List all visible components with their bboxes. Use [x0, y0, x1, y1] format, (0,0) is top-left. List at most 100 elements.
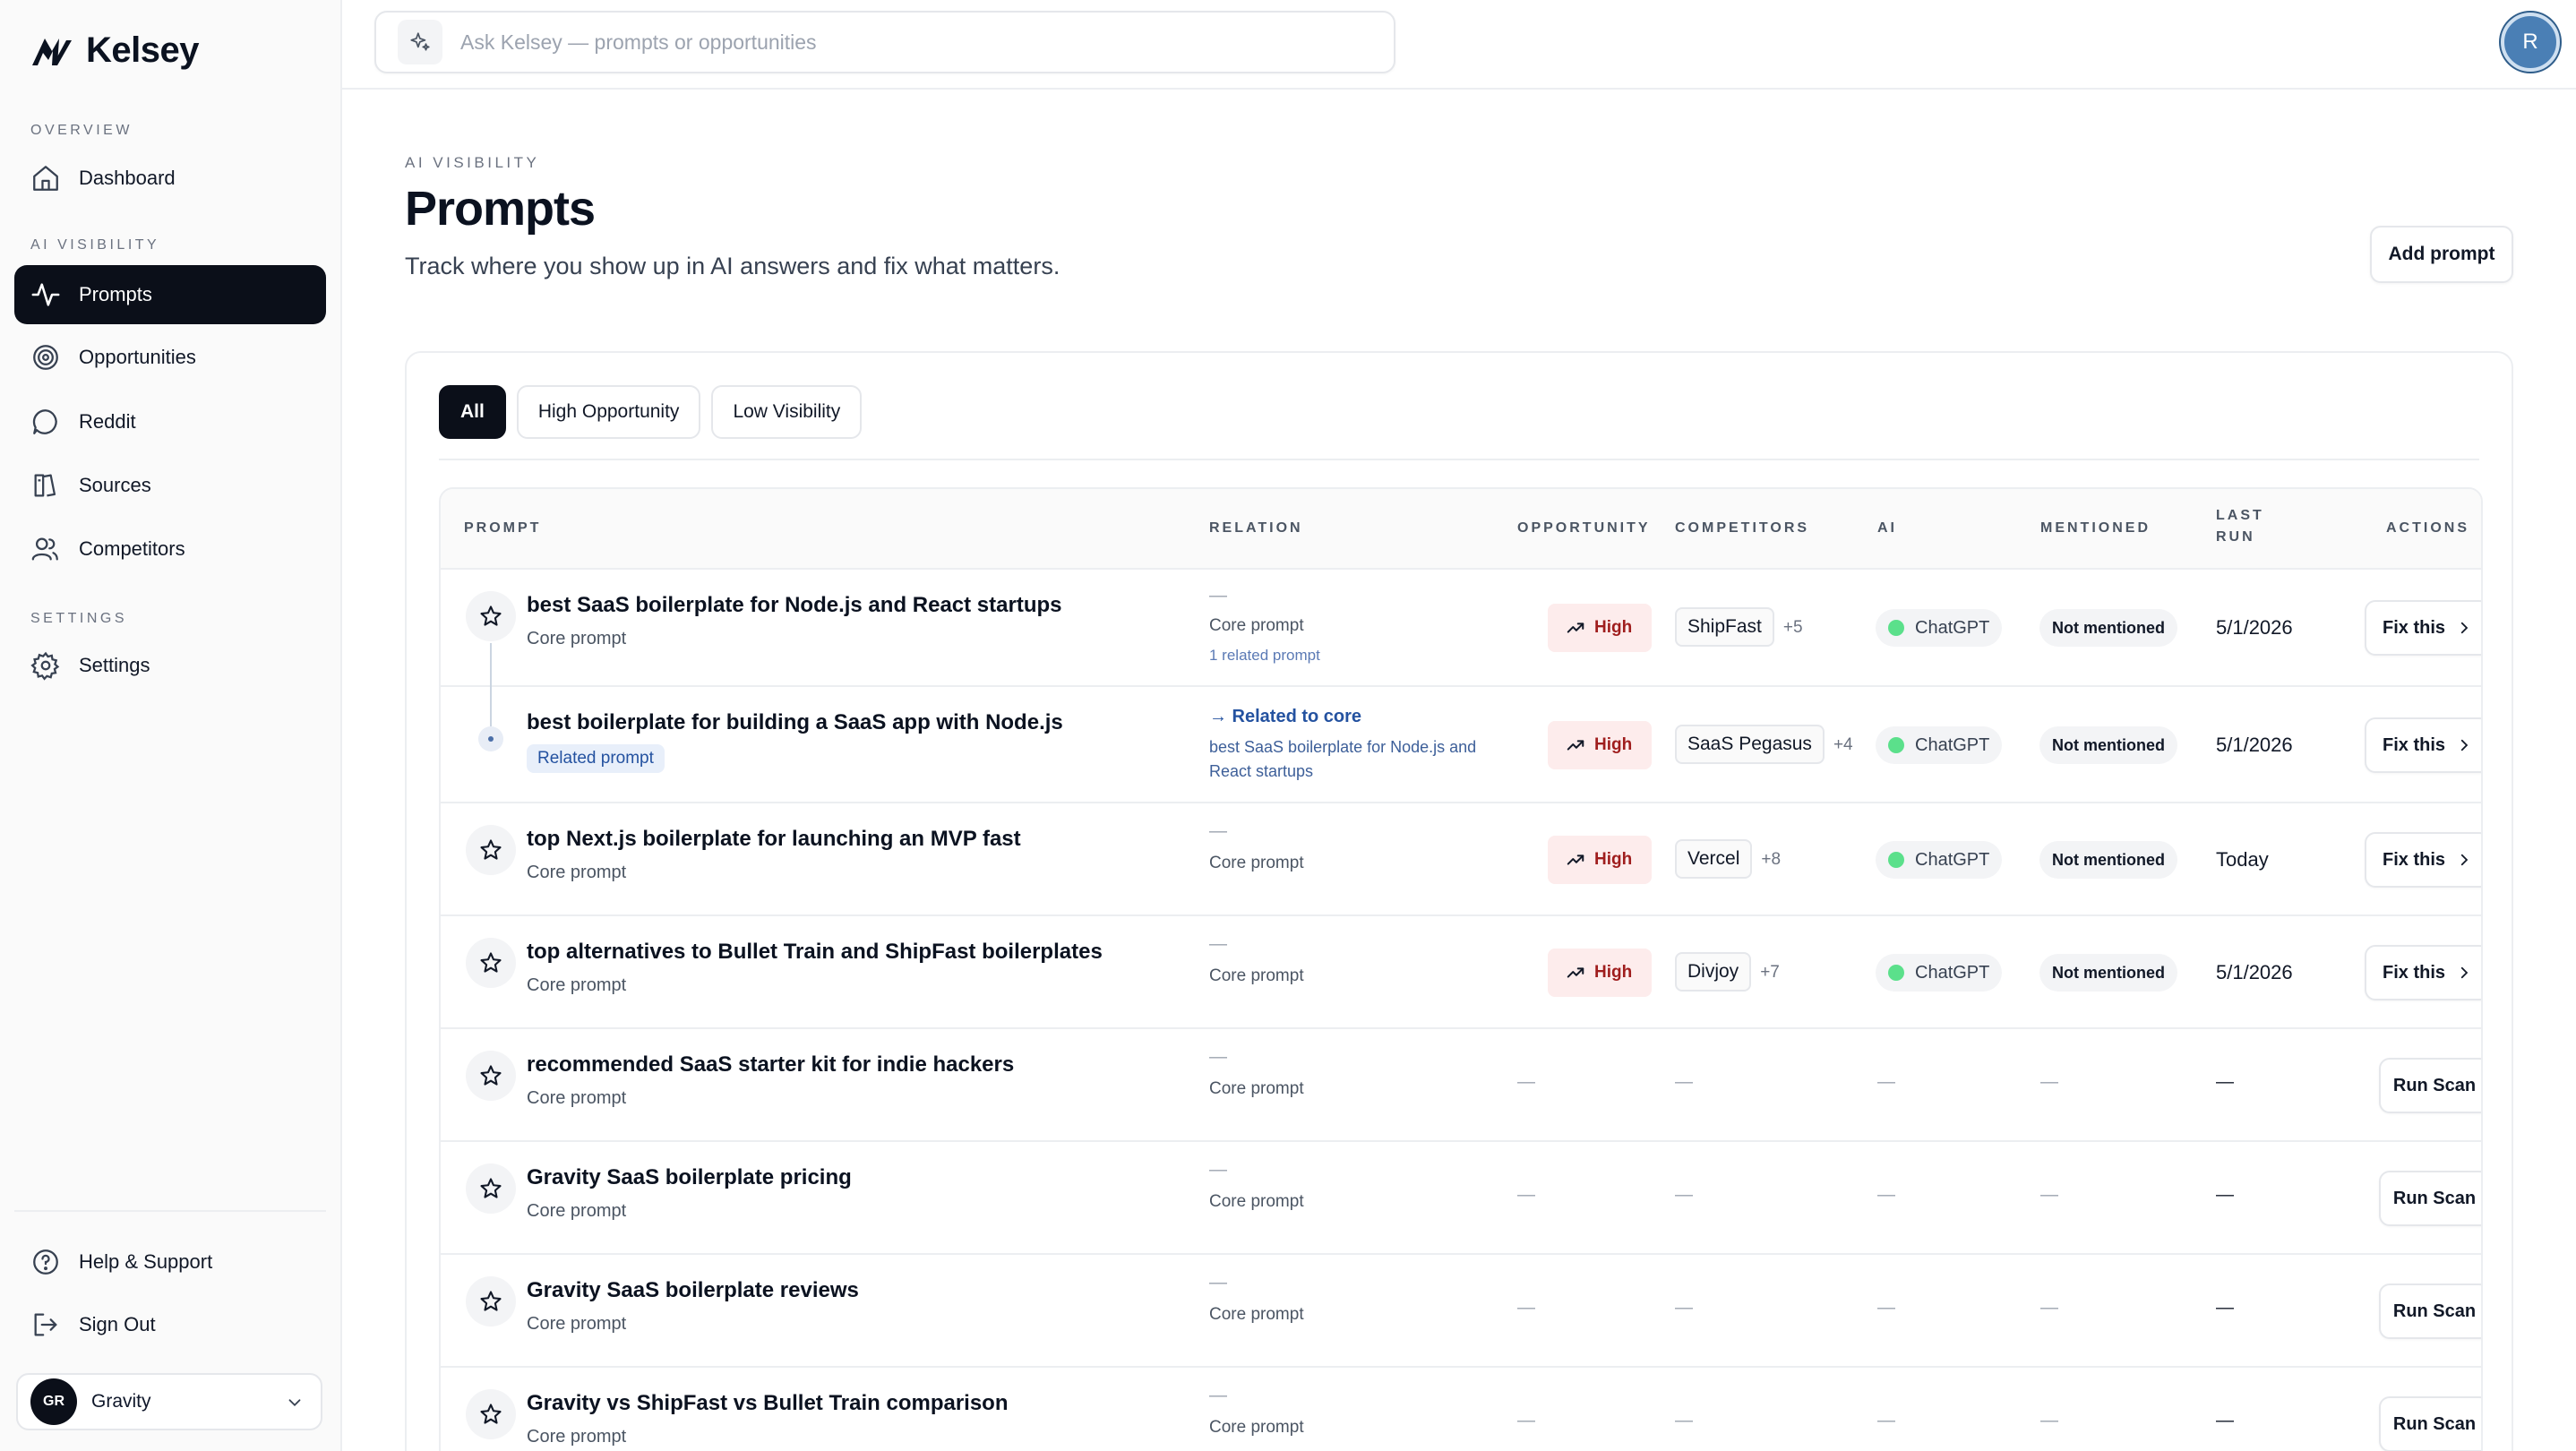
- opportunity-label: High: [1594, 618, 1633, 637]
- prompt-title[interactable]: recommended SaaS starter kit for indie h…: [527, 1052, 1014, 1078]
- table-row[interactable]: Gravity SaaS boilerplate reviews Core pr…: [441, 1255, 2481, 1368]
- chatgpt-icon: [1888, 737, 1904, 753]
- relation-dash: —: [1209, 1160, 1227, 1180]
- chevron-right-icon: [2460, 622, 2469, 634]
- table-row[interactable]: recommended SaaS starter kit for indie h…: [441, 1029, 2481, 1142]
- prompt-title[interactable]: Gravity SaaS boilerplate pricing: [527, 1165, 852, 1190]
- prompt-title[interactable]: Gravity vs ShipFast vs Bullet Train comp…: [527, 1391, 1009, 1416]
- tab-all[interactable]: All: [439, 385, 506, 439]
- fix-this-button[interactable]: Fix this: [2365, 600, 2481, 656]
- relation-dash: —: [1209, 586, 1227, 605]
- ai-engine-chip: ChatGPT: [1876, 841, 2003, 879]
- sidebar-item-settings[interactable]: Settings: [14, 636, 326, 695]
- run-scan-button[interactable]: Run Scan: [2379, 1171, 2481, 1226]
- prompt-title[interactable]: best boilerplate for building a SaaS app…: [527, 710, 1063, 735]
- prompts-card: All High Opportunity Low Visibility PROM…: [405, 351, 2513, 1451]
- run-scan-button[interactable]: Run Scan: [2379, 1396, 2481, 1451]
- fix-this-button[interactable]: Fix this: [2365, 945, 2481, 1000]
- fix-this-label: Fix this: [2382, 849, 2445, 870]
- opportunity-label: High: [1594, 850, 1633, 869]
- sidebar-item-opportunities[interactable]: Opportunities: [14, 328, 326, 387]
- star-icon: [480, 1065, 502, 1086]
- prompt-type: Core prompt: [527, 975, 627, 995]
- star-button[interactable]: [466, 1276, 516, 1327]
- activity-icon: [31, 283, 60, 306]
- relation-label: Core prompt: [1209, 1079, 1304, 1098]
- search-input[interactable]: [460, 30, 1267, 55]
- related-to-core-link[interactable]: → Related to core: [1209, 707, 1361, 727]
- related-core-title[interactable]: best SaaS boilerplate for Node.js and Re…: [1209, 735, 1487, 784]
- competitor-more[interactable]: +4: [1833, 735, 1853, 754]
- table-row[interactable]: best SaaS boilerplate for Node.js and Re…: [441, 570, 2481, 688]
- app-logo[interactable]: Kelsey: [30, 30, 199, 71]
- tab-high-opportunity[interactable]: High Opportunity: [516, 385, 701, 439]
- workspace-switcher[interactable]: GR Gravity: [16, 1373, 322, 1430]
- competitor-chip[interactable]: SaaS Pegasus: [1675, 725, 1825, 764]
- home-icon: [33, 166, 58, 191]
- competitor-chip[interactable]: Vercel: [1675, 839, 1753, 879]
- competitor-more[interactable]: +7: [1760, 963, 1780, 982]
- ai-engine-label: ChatGPT: [1915, 849, 1990, 870]
- sidebar-item-help[interactable]: Help & Support: [14, 1232, 326, 1292]
- fix-this-button[interactable]: Fix this: [2365, 832, 2481, 888]
- opportunity-badge: High: [1548, 721, 1652, 769]
- opportunity-empty: —: [1517, 1411, 1535, 1430]
- add-prompt-button[interactable]: Add prompt: [2370, 226, 2513, 283]
- relation-label: Core prompt: [1209, 1418, 1304, 1437]
- table-row[interactable]: Gravity SaaS boilerplate pricing Core pr…: [441, 1142, 2481, 1255]
- prompt-type: Core prompt: [527, 863, 627, 882]
- competitor-more[interactable]: +5: [1783, 618, 1803, 637]
- star-button[interactable]: [466, 1051, 516, 1101]
- help-circle-icon: [33, 1249, 58, 1275]
- sidebar-item-competitors[interactable]: Competitors: [14, 519, 326, 579]
- table-row[interactable]: best boilerplate for building a SaaS app…: [441, 687, 2481, 803]
- mentioned-empty: —: [2040, 1298, 2058, 1318]
- opportunity-empty: —: [1517, 1185, 1535, 1205]
- prompt-title[interactable]: top Next.js boilerplate for launching an…: [527, 827, 1021, 852]
- col-competitors: COMPETITORS: [1675, 520, 1810, 536]
- search-bar[interactable]: [374, 11, 1395, 73]
- ai-empty: —: [1877, 1298, 1895, 1318]
- competitor-chip[interactable]: Divjoy: [1675, 952, 1752, 992]
- relation-label: Core prompt: [1209, 616, 1304, 635]
- col-actions: ACTIONS: [2386, 520, 2469, 536]
- competitors-cell: Divjoy +7: [1675, 952, 1780, 992]
- star-icon: [480, 605, 502, 626]
- mentioned-empty: —: [2040, 1072, 2058, 1092]
- related-count-link[interactable]: 1 related prompt: [1209, 647, 1320, 665]
- prompt-title[interactable]: best SaaS boilerplate for Node.js and Re…: [527, 593, 1062, 618]
- run-scan-button[interactable]: Run Scan: [2379, 1284, 2481, 1339]
- star-button[interactable]: [466, 1163, 516, 1214]
- col-prompt: PROMPT: [464, 520, 542, 536]
- table-row[interactable]: Gravity vs ShipFast vs Bullet Train comp…: [441, 1368, 2481, 1451]
- mention-status: Not mentioned: [2039, 726, 2177, 764]
- col-last-run-line1: LAST: [2216, 508, 2264, 523]
- run-scan-button[interactable]: Run Scan: [2379, 1058, 2481, 1113]
- competitors-empty: —: [1675, 1185, 1693, 1205]
- prompt-title[interactable]: Gravity SaaS boilerplate reviews: [527, 1278, 859, 1303]
- star-button[interactable]: [466, 938, 516, 988]
- competitor-chip[interactable]: ShipFast: [1675, 607, 1774, 647]
- prompt-type: Core prompt: [527, 1088, 627, 1108]
- section-label-ai-visibility: AI VISIBILITY: [30, 237, 160, 253]
- sidebar-item-dashboard[interactable]: Dashboard: [14, 149, 326, 208]
- table-row[interactable]: top alternatives to Bullet Train and Shi…: [441, 916, 2481, 1029]
- sidebar-item-sign-out[interactable]: Sign Out: [14, 1295, 326, 1354]
- table-row[interactable]: top Next.js boilerplate for launching an…: [441, 803, 2481, 916]
- related-dot-icon: [478, 726, 503, 751]
- sidebar-item-sources[interactable]: Sources: [14, 456, 326, 515]
- prompt-title[interactable]: top alternatives to Bullet Train and Shi…: [527, 940, 1103, 965]
- sidebar-item-reddit[interactable]: Reddit: [14, 392, 326, 451]
- user-avatar[interactable]: R: [2501, 13, 2560, 72]
- tab-low-visibility[interactable]: Low Visibility: [711, 385, 863, 439]
- sidebar-item-label: Help & Support: [79, 1250, 213, 1273]
- star-button[interactable]: [466, 1389, 516, 1439]
- star-button[interactable]: [466, 591, 516, 641]
- sidebar-item-prompts[interactable]: Prompts: [14, 265, 326, 324]
- competitor-more[interactable]: +8: [1761, 850, 1781, 869]
- relation-dash: —: [1209, 821, 1227, 841]
- star-button[interactable]: [466, 825, 516, 875]
- fix-this-button[interactable]: Fix this: [2365, 717, 2481, 773]
- chevron-right-icon: [2460, 854, 2469, 866]
- trending-up-icon: [1567, 622, 1584, 633]
